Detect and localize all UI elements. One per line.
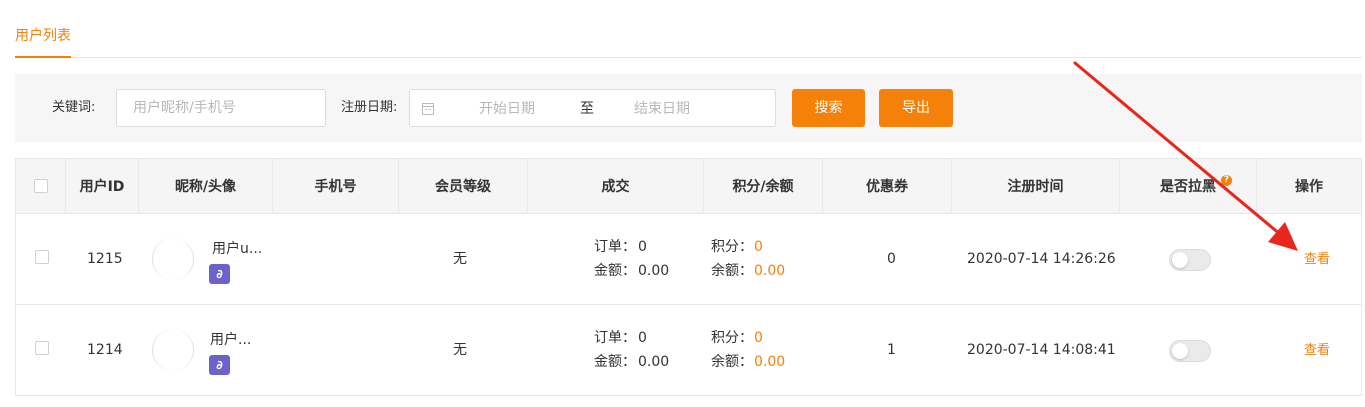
col-user-id: 用户ID xyxy=(66,159,139,213)
search-button[interactable]: 搜索 xyxy=(792,89,865,127)
keyword-label: 关键词: xyxy=(52,100,96,115)
amount-value: 0.00 xyxy=(638,354,670,370)
col-coupons: 优惠券 xyxy=(823,159,952,213)
register-date-label: 注册日期: xyxy=(341,100,398,115)
blacklist-toggle[interactable] xyxy=(1169,249,1211,271)
balance-value: 0.00 xyxy=(754,354,786,370)
user-table: 用户ID 昵称/头像 手机号 会员等级 成交 积分/余额 优惠券 注册时间 是否… xyxy=(15,158,1362,396)
points-label: 积分： xyxy=(711,239,753,255)
points-value: 0 xyxy=(754,330,763,346)
amount-label: 金额： xyxy=(594,354,636,370)
member-level: 无 xyxy=(453,342,467,358)
order-label: 订单： xyxy=(594,330,636,346)
date-separator: 至 xyxy=(580,101,594,117)
filter-bar: 关键词: 注册日期: 开始日期 至 结束日期 搜索 导出 xyxy=(15,74,1362,142)
points-label: 积分： xyxy=(711,330,753,346)
view-link[interactable]: 查看 xyxy=(1304,343,1330,359)
col-deals: 成交 xyxy=(528,159,704,213)
start-date-input[interactable]: 开始日期 xyxy=(479,100,535,118)
end-date-input[interactable]: 结束日期 xyxy=(634,100,690,118)
col-member-level: 会员等级 xyxy=(399,159,528,213)
avatar xyxy=(152,238,194,280)
user-list-page: 用户列表 关键词: 注册日期: 开始日期 至 结束日期 搜索 导出 用户ID 昵… xyxy=(0,0,1365,407)
select-all-cell xyxy=(16,159,66,213)
register-time: 2020-07-14 14:26:26 xyxy=(967,251,1116,267)
table-row: 1215 用户u... ∂ 无 订单： 0 金额： 0.00 积分： 0 余额：… xyxy=(16,214,1361,305)
mini-program-icon: ∂ xyxy=(209,264,230,284)
view-link[interactable]: 查看 xyxy=(1304,252,1330,268)
coupon-count: 0 xyxy=(887,251,896,267)
user-id: 1214 xyxy=(87,342,123,358)
row-checkbox[interactable] xyxy=(35,250,49,264)
col-blacklist-label: 是否拉黑 xyxy=(1160,179,1216,195)
balance-label: 余额： xyxy=(711,354,753,370)
mini-program-icon: ∂ xyxy=(209,355,230,375)
register-time: 2020-07-14 14:08:41 xyxy=(967,342,1116,358)
col-register-time: 注册时间 xyxy=(952,159,1120,213)
help-icon[interactable]: ? xyxy=(1221,175,1232,186)
member-level: 无 xyxy=(453,251,467,267)
date-range-picker[interactable]: 开始日期 至 结束日期 xyxy=(409,89,776,127)
balance-value: 0.00 xyxy=(754,263,786,279)
row-checkbox[interactable] xyxy=(35,341,49,355)
user-id: 1215 xyxy=(87,251,123,267)
select-all-checkbox[interactable] xyxy=(33,179,48,193)
points-value: 0 xyxy=(754,239,763,255)
amount-value: 0.00 xyxy=(638,263,670,279)
col-nickname: 昵称/头像 xyxy=(139,159,273,213)
export-button[interactable]: 导出 xyxy=(879,89,953,127)
order-count: 0 xyxy=(638,330,647,346)
order-count: 0 xyxy=(638,239,647,255)
table-row: 1214 用户... ∂ 无 订单： 0 金额： 0.00 积分： 0 余额： … xyxy=(16,305,1361,396)
coupon-count: 1 xyxy=(887,342,896,358)
tab-user-list[interactable]: 用户列表 xyxy=(15,27,71,58)
col-points-balance: 积分/余额 xyxy=(704,159,823,213)
keyword-input[interactable] xyxy=(116,89,326,127)
amount-label: 金额： xyxy=(594,263,636,279)
nickname: 用户u... xyxy=(212,241,263,257)
tab-bar: 用户列表 xyxy=(15,0,1362,58)
blacklist-toggle[interactable] xyxy=(1169,340,1211,362)
col-actions: 操作 xyxy=(1295,179,1323,195)
table-header: 用户ID 昵称/头像 手机号 会员等级 成交 积分/余额 优惠券 注册时间 是否… xyxy=(16,159,1361,214)
order-label: 订单： xyxy=(594,239,636,255)
nickname: 用户... xyxy=(210,332,252,348)
balance-label: 余额： xyxy=(711,263,753,279)
calendar-icon xyxy=(422,103,434,115)
col-phone: 手机号 xyxy=(273,159,399,213)
avatar xyxy=(152,329,194,371)
col-blacklist: 是否拉黑 xyxy=(1120,159,1257,213)
